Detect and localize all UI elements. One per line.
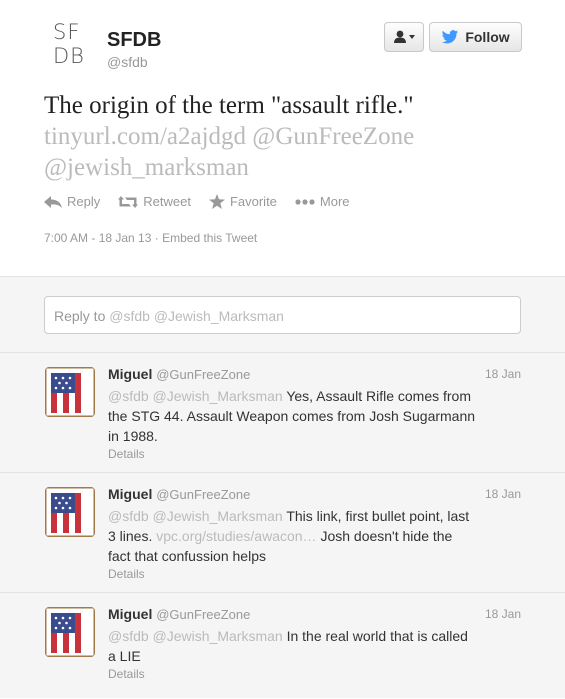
more-dots-icon	[295, 198, 315, 205]
reply-author-name: Miguel	[108, 366, 153, 382]
reply-item[interactable]: Miguel @GunFreeZone 18 Jan @sfdb @Jewish…	[0, 352, 565, 473]
reply-input-prefix: Reply to	[54, 308, 110, 324]
reply-mentions[interactable]: @sfdb @Jewish_Marksman	[108, 628, 283, 644]
reply-time[interactable]: 18 Jan	[485, 607, 521, 621]
avatar-flag-icon[interactable]	[45, 487, 95, 537]
user-dropdown-icon	[394, 30, 415, 43]
reply-label: Reply	[67, 194, 101, 209]
follow-button[interactable]: Follow	[429, 22, 522, 52]
reply-text: @sfdb @Jewish_Marksman Yes, Assault Rifl…	[108, 386, 478, 446]
tweet-actions: Reply Retweet Favorite More	[44, 194, 350, 209]
reply-mentions[interactable]: @sfdb @Jewish_Marksman	[108, 508, 283, 524]
more-label: More	[319, 194, 350, 209]
profile-logo[interactable]: SF DB	[53, 20, 93, 72]
follow-label: Follow	[465, 29, 510, 45]
retweet-label: Retweet	[143, 194, 191, 209]
reply-mentions[interactable]: @sfdb @Jewish_Marksman	[108, 388, 283, 404]
reply-details-link[interactable]: Details	[108, 667, 145, 681]
reply-author[interactable]: Miguel @GunFreeZone	[108, 606, 250, 622]
reply-author-handle: @GunFreeZone	[156, 367, 251, 382]
reply-text: @sfdb @Jewish_Marksman In the real world…	[108, 626, 478, 666]
tweet-link[interactable]: tinyurl.com/a2ajdgd	[44, 123, 246, 150]
tweet-text: The origin of the term "assault rifle." …	[44, 90, 524, 183]
reply-details-link[interactable]: Details	[108, 447, 145, 461]
tweet-mention-jewish-marksman[interactable]: @jewish_marksman	[44, 154, 249, 181]
avatar-flag-icon[interactable]	[45, 607, 95, 657]
embed-tweet-link[interactable]: Embed this Tweet	[162, 231, 257, 245]
reply-text: @sfdb @Jewish_Marksman This link, first …	[108, 506, 478, 566]
meta-separator: ·	[154, 231, 159, 245]
reply-details-link[interactable]: Details	[108, 567, 145, 581]
logo-line-2: DB	[53, 44, 85, 68]
retweet-action[interactable]: Retweet	[118, 194, 191, 209]
logo-line-1: SF	[53, 20, 81, 44]
tweet-timestamp[interactable]: 7:00 AM - 18 Jan 13	[44, 231, 151, 245]
reply-author[interactable]: Miguel @GunFreeZone	[108, 366, 250, 382]
tweet-meta: 7:00 AM - 18 Jan 13 · Embed this Tweet	[44, 231, 257, 245]
star-icon	[208, 194, 225, 209]
profile-handle[interactable]: @sfdb	[107, 54, 148, 70]
reply-time[interactable]: 18 Jan	[485, 367, 521, 381]
reply-time[interactable]: 18 Jan	[485, 487, 521, 501]
reply-author-name: Miguel	[108, 486, 153, 502]
reply-author[interactable]: Miguel @GunFreeZone	[108, 486, 250, 502]
avatar-flag-icon[interactable]	[45, 367, 95, 417]
reply-author-handle: @GunFreeZone	[156, 607, 251, 622]
reply-input-mentions: @sfdb @Jewish_Marksman	[109, 308, 284, 324]
reply-link[interactable]: vpc.org/studies/awacon…	[156, 528, 316, 544]
user-actions-button[interactable]	[384, 22, 424, 52]
tweet-mention-gunfreezone[interactable]: @GunFreeZone	[252, 123, 414, 150]
favorite-label: Favorite	[229, 194, 277, 209]
reply-item[interactable]: Miguel @GunFreeZone 18 Jan @sfdb @Jewish…	[0, 592, 565, 699]
replies-section: Reply to @sfdb @Jewish_Marksman Miguel @…	[0, 276, 565, 698]
favorite-action[interactable]: Favorite	[208, 194, 277, 209]
tweet-text-body: The origin of the term "assault rifle."	[44, 92, 414, 119]
twitter-bird-icon	[442, 29, 459, 43]
reply-author-name: Miguel	[108, 606, 153, 622]
retweet-icon	[118, 195, 139, 208]
reply-icon	[44, 195, 62, 208]
more-action[interactable]: More	[295, 194, 350, 209]
reply-input[interactable]: Reply to @sfdb @Jewish_Marksman	[44, 296, 521, 334]
reply-author-handle: @GunFreeZone	[156, 487, 251, 502]
reply-action[interactable]: Reply	[44, 194, 100, 209]
tweet-header: SF DB SFDB @sfdb Follow	[0, 0, 565, 80]
profile-name[interactable]: SFDB	[107, 29, 161, 52]
reply-item[interactable]: Miguel @GunFreeZone 18 Jan @sfdb @Jewish…	[0, 472, 565, 593]
